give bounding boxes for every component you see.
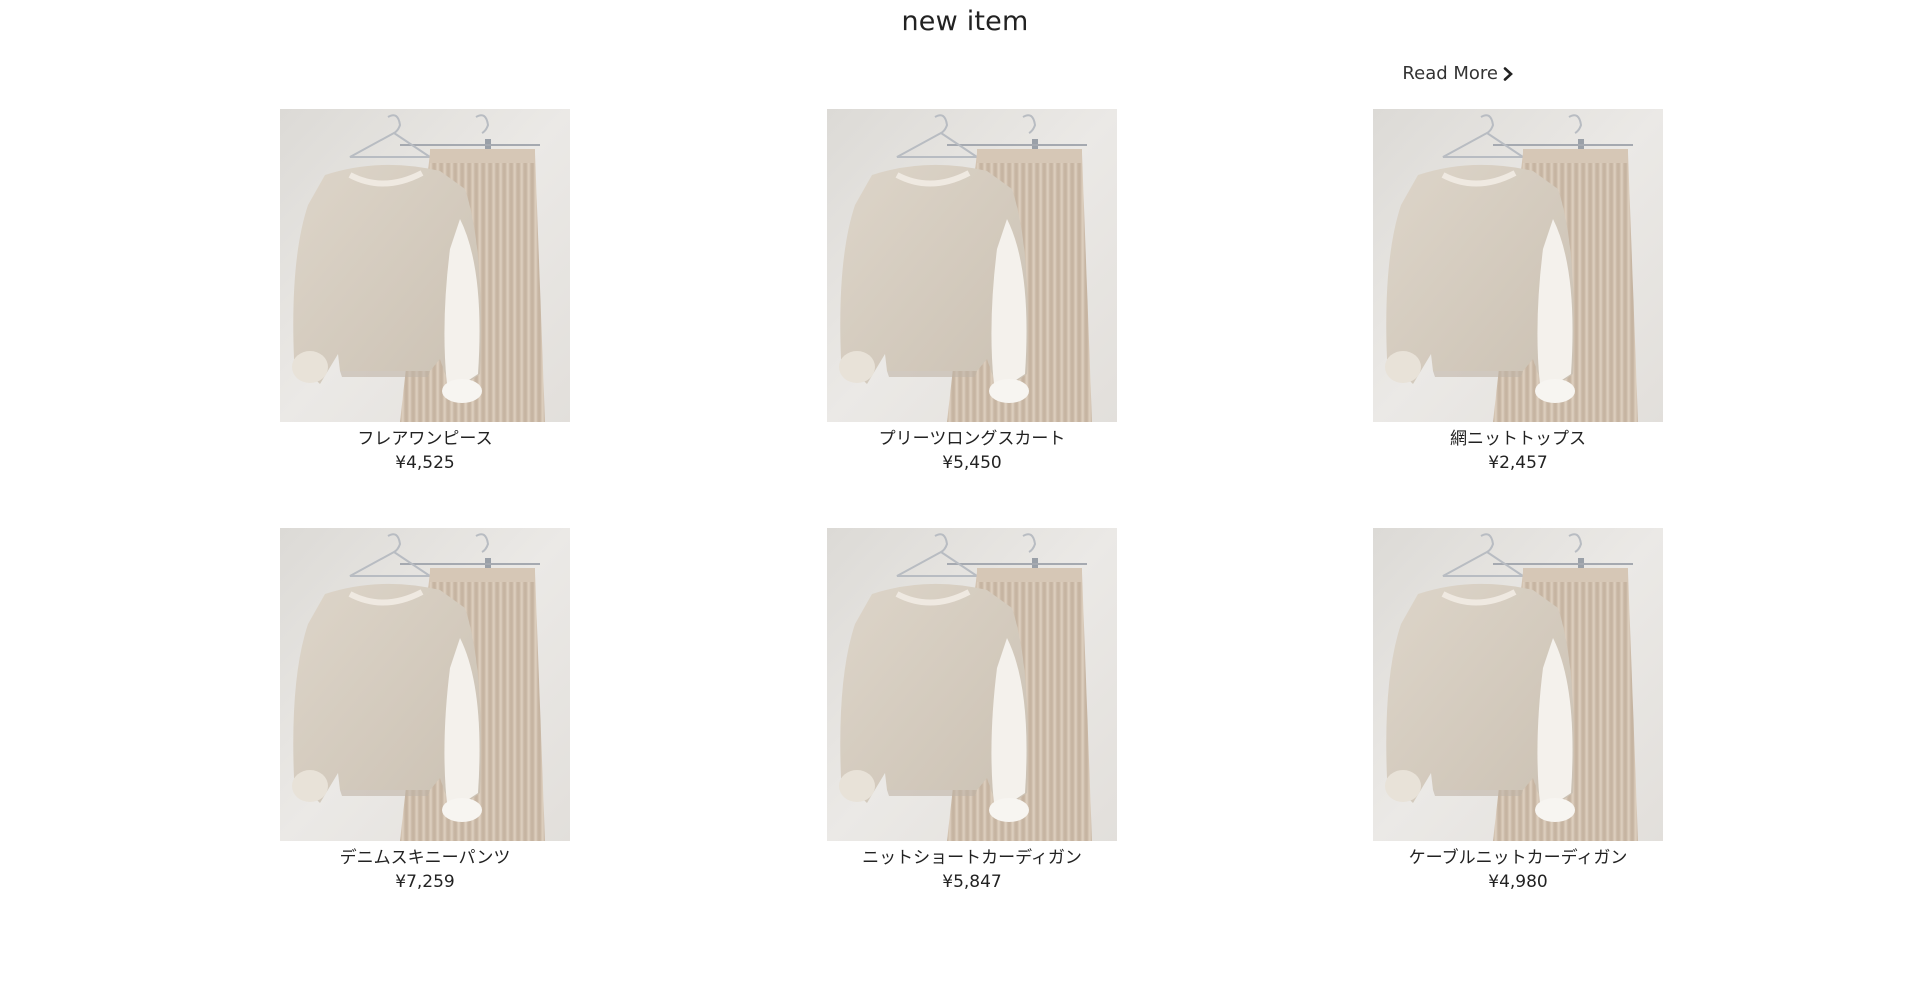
product-image[interactable] bbox=[280, 528, 570, 841]
product-name[interactable]: ケーブルニットカーディガン bbox=[1373, 846, 1663, 870]
product-price: ¥5,450 bbox=[942, 453, 1002, 473]
product-price: ¥4,525 bbox=[395, 453, 455, 473]
product-image[interactable] bbox=[827, 109, 1117, 422]
product-image[interactable] bbox=[280, 109, 570, 422]
product-price: ¥2,457 bbox=[1488, 453, 1548, 473]
product-card[interactable]: プリーツロングスカート ¥5,450 bbox=[827, 109, 1117, 475]
product-name[interactable]: 網ニットトップス bbox=[1373, 427, 1663, 451]
product-card[interactable]: デニムスキニーパンツ ¥7,259 bbox=[280, 528, 570, 894]
product-name[interactable]: プリーツロングスカート bbox=[827, 427, 1117, 451]
product-card[interactable]: ニットショートカーディガン ¥5,847 bbox=[827, 528, 1117, 894]
product-price: ¥7,259 bbox=[395, 872, 455, 892]
product-grid: フレアワンピース ¥4,525 プリーツロングスカート ¥5,450 網ニットト… bbox=[0, 0, 1920, 990]
new-item-section: new item Read More フレアワンピース ¥4,525 プリーツロ… bbox=[0, 0, 1920, 990]
product-name[interactable]: フレアワンピース bbox=[280, 427, 570, 451]
product-card[interactable]: フレアワンピース ¥4,525 bbox=[280, 109, 570, 475]
product-price: ¥4,980 bbox=[1488, 872, 1548, 892]
product-card[interactable]: ケーブルニットカーディガン ¥4,980 bbox=[1373, 528, 1663, 894]
product-price: ¥5,847 bbox=[942, 872, 1002, 892]
product-name[interactable]: デニムスキニーパンツ bbox=[280, 846, 570, 870]
product-image[interactable] bbox=[1373, 528, 1663, 841]
product-image[interactable] bbox=[827, 528, 1117, 841]
product-name[interactable]: ニットショートカーディガン bbox=[827, 846, 1117, 870]
product-card[interactable]: 網ニットトップス ¥2,457 bbox=[1373, 109, 1663, 475]
product-image[interactable] bbox=[1373, 109, 1663, 422]
